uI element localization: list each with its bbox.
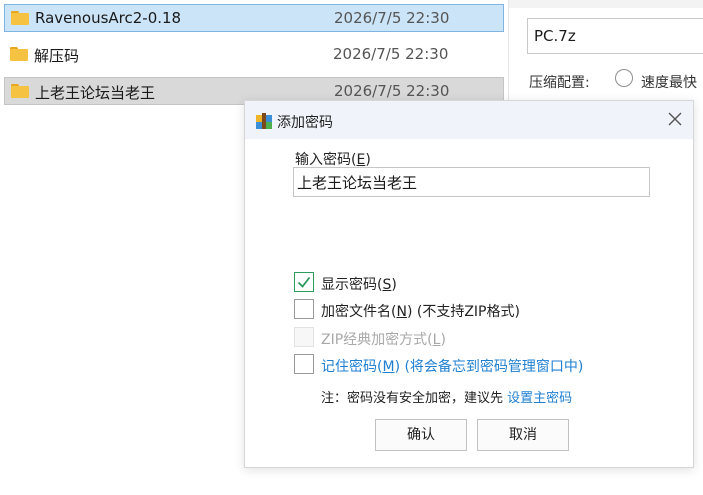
folder-icon [11,11,29,25]
speed-fastest-label: 速度最快 [641,75,697,91]
password-input[interactable]: 上老王论坛当老王 [293,167,650,197]
file-row-ravenousarc[interactable]: RavenousArc2-0.18 2026/7/5 22:30 [4,4,504,32]
zip-classic-encryption-label: ZIP经典加密方式(L) [321,332,446,348]
show-password-checkbox[interactable] [294,272,314,292]
dialog-titlebar: 添加密码 [245,101,693,139]
remember-password-label[interactable]: 记住密码(M) (将会备忘到密码管理窗口中) [321,356,583,376]
folder-icon [11,84,29,98]
compress-config-label: 压缩配置: [529,75,590,91]
cancel-button[interactable]: 取消 [477,419,569,451]
checkmark-icon [297,276,311,288]
file-name: 上老王论坛当老王 [35,84,156,102]
file-date: 2026/7/5 22:30 [334,9,450,27]
file-date: 2026/7/5 22:30 [333,45,449,63]
add-password-dialog: 添加密码 输入密码(E) 上老王论坛当老王 显示密码(S) 加密文件名(N) (… [244,100,694,468]
file-name: 解压码 [34,47,80,65]
speed-fastest-radio[interactable] [615,69,633,87]
zip-classic-encryption-checkbox [294,327,314,347]
dialog-title: 添加密码 [277,115,333,131]
file-date: 2026/7/5 22:30 [334,82,450,100]
set-master-password-link[interactable]: 设置主密码 [507,391,572,406]
file-row-jieyama[interactable]: 解压码 2026/7/5 22:30 [4,41,504,69]
close-icon[interactable] [667,111,683,127]
panel-top-strip [509,0,703,8]
archive-name-input[interactable]: PC.7z [527,18,703,54]
compress-settings-panel: PC.7z 压缩配置: 速度最快 [508,0,703,100]
encrypt-filenames-label: 加密文件名(N) (不支持ZIP格式) [321,304,520,320]
remember-password-checkbox[interactable] [294,354,314,374]
security-note: 注：密码没有安全加密，建议先 设置主密码 [321,391,573,406]
folder-icon [10,47,28,61]
archive-app-icon [256,113,272,129]
password-label: 输入密码(E) [295,152,371,168]
file-name: RavenousArc2-0.18 [35,9,182,27]
confirm-button[interactable]: 确认 [375,419,467,451]
encrypt-filenames-checkbox[interactable] [294,299,314,319]
show-password-label: 显示密码(S) [321,277,397,293]
